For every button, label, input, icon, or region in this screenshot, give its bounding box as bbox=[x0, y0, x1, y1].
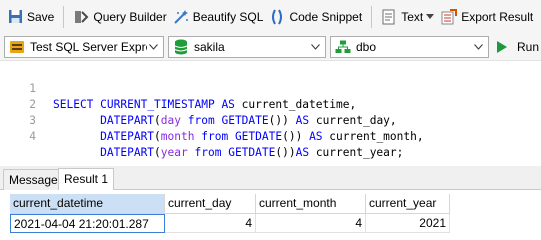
server-select[interactable]: Test SQL Server Expres bbox=[4, 36, 164, 58]
table-cell[interactable]: 2021 bbox=[366, 214, 450, 233]
text-icon bbox=[381, 9, 397, 25]
sql-editor[interactable]: 1 SELECT CURRENT_TIMESTAMP AS current_da… bbox=[0, 60, 541, 166]
database-icon bbox=[173, 39, 189, 55]
table-cell[interactable]: 2021-04-04 21:20:01.287 bbox=[10, 214, 165, 233]
query-builder-icon bbox=[73, 9, 89, 25]
export-icon bbox=[441, 8, 458, 25]
beautify-icon bbox=[173, 9, 189, 25]
server-value: Test SQL Server Expres bbox=[30, 40, 147, 54]
run-button[interactable]: Run bbox=[494, 36, 539, 58]
save-icon bbox=[7, 9, 23, 25]
chevron-down-icon bbox=[425, 9, 435, 25]
column-header[interactable]: current_day bbox=[165, 194, 256, 214]
column-header[interactable]: current_year bbox=[366, 194, 450, 214]
main-toolbar: Save Query Builder Beautify SQL Code Sni… bbox=[0, 0, 541, 33]
code-snippet-label: Code Snippet bbox=[289, 9, 363, 24]
query-builder-label: Query Builder bbox=[93, 9, 167, 24]
editor-line: 2 DATEPART(day from GETDATE()) AS curren… bbox=[0, 81, 396, 127]
code-line: DATEPART(month from GETDATE()) AS curren… bbox=[100, 130, 424, 143]
database-select[interactable]: sakila bbox=[168, 36, 326, 58]
result-grid[interactable]: current_datetime current_day current_mon… bbox=[0, 190, 541, 236]
code-snippet-button[interactable]: Code Snippet bbox=[266, 4, 365, 30]
connection-bar: Test SQL Server Expres sakila dbo Run bbox=[0, 33, 541, 60]
tab-message[interactable]: Message bbox=[3, 169, 64, 190]
editor-line: 1 SELECT CURRENT_TIMESTAMP AS current_da… bbox=[0, 65, 356, 111]
schema-icon bbox=[335, 39, 351, 55]
server-icon bbox=[9, 39, 25, 55]
schema-value: dbo bbox=[356, 40, 377, 54]
run-label: Run bbox=[517, 40, 540, 54]
table-cell[interactable]: 4 bbox=[165, 214, 256, 233]
database-value: sakila bbox=[194, 40, 225, 54]
toolbar-separator bbox=[63, 5, 65, 28]
column-header[interactable]: current_month bbox=[256, 194, 366, 214]
save-label: Save bbox=[27, 9, 55, 24]
code-line: DATEPART(day from GETDATE()) AS current_… bbox=[100, 114, 397, 127]
line-number: 4 bbox=[29, 130, 36, 143]
beautify-sql-button[interactable]: Beautify SQL bbox=[170, 4, 267, 30]
query-builder-button[interactable]: Query Builder bbox=[70, 4, 169, 30]
chevron-down-icon bbox=[472, 44, 484, 50]
text-output-button[interactable]: Text bbox=[378, 4, 438, 30]
run-icon bbox=[494, 39, 510, 55]
result-tabbar: Message Result 1 bbox=[0, 166, 541, 190]
editor-line: 3 DATEPART(month from GETDATE()) AS curr… bbox=[0, 97, 423, 143]
text-label: Text bbox=[401, 9, 424, 24]
code-line: SELECT CURRENT_TIMESTAMP AS current_date… bbox=[53, 98, 357, 111]
chevron-down-icon bbox=[147, 44, 159, 50]
tab-result-1[interactable]: Result 1 bbox=[58, 168, 115, 190]
code-line: DATEPART(year from GETDATE())AS current_… bbox=[100, 146, 404, 159]
table-cell[interactable]: 4 bbox=[256, 214, 366, 233]
schema-select[interactable]: dbo bbox=[330, 36, 489, 58]
save-button[interactable]: Save bbox=[4, 4, 57, 30]
export-result-button[interactable]: Export Result bbox=[438, 4, 536, 30]
toolbar-separator bbox=[371, 5, 373, 28]
editor-line: 4 DATEPART(year from GETDATE())AS curren… bbox=[0, 113, 403, 159]
export-result-label: Export Result bbox=[461, 9, 534, 24]
code-snippet-icon bbox=[269, 9, 285, 25]
chevron-down-icon bbox=[309, 44, 321, 50]
column-header[interactable]: current_datetime bbox=[10, 194, 165, 214]
beautify-sql-label: Beautify SQL bbox=[192, 9, 264, 24]
